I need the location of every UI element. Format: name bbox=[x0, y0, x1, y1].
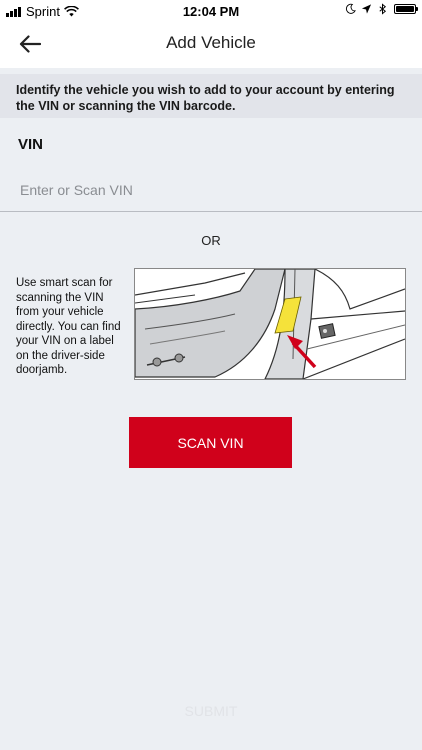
moon-icon bbox=[345, 3, 356, 14]
page-title: Add Vehicle bbox=[166, 33, 256, 52]
doorjamb-illustration bbox=[134, 268, 406, 380]
instruction-banner: Identify the vehicle you wish to add to … bbox=[0, 74, 422, 118]
scan-vin-button[interactable]: SCAN VIN bbox=[129, 417, 292, 468]
battery-icon bbox=[394, 4, 418, 14]
status-bar: Sprint 12:04 PM bbox=[0, 0, 422, 22]
or-divider-text: OR bbox=[201, 233, 221, 248]
vin-input[interactable] bbox=[0, 168, 422, 212]
bluetooth-icon bbox=[379, 3, 387, 15]
smart-scan-description: Use smart scan for scanning the VIN from… bbox=[16, 277, 121, 376]
add-vehicle-screen: Sprint 12:04 PM Add Vehicle Identify the… bbox=[0, 0, 422, 750]
vin-label: VIN bbox=[18, 136, 44, 153]
submit-button[interactable]: SUBMIT bbox=[0, 702, 422, 720]
status-right bbox=[340, 3, 418, 15]
nav-bar: Add Vehicle bbox=[0, 22, 422, 68]
location-arrow-icon bbox=[361, 4, 372, 14]
